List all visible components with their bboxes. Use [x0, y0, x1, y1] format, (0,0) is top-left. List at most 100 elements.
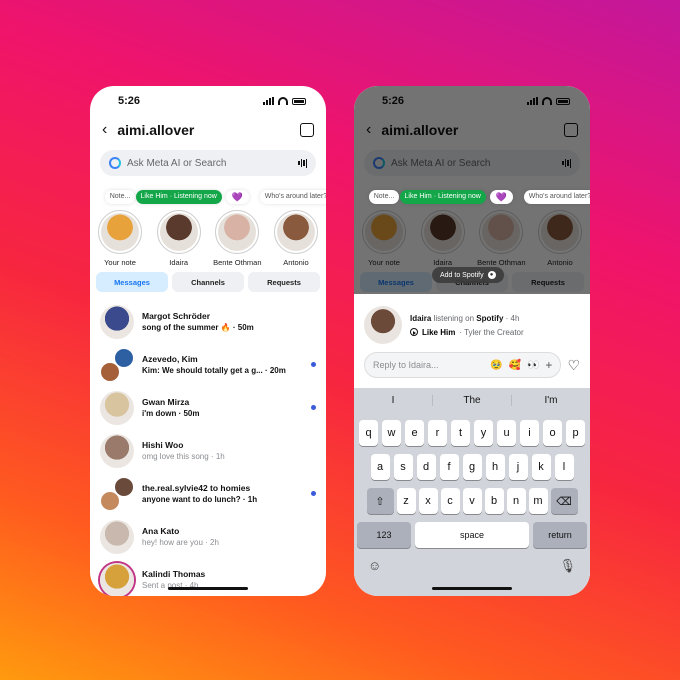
tab-requests[interactable]: Requests [512, 272, 584, 292]
avatar[interactable] [479, 210, 524, 254]
avatar[interactable] [100, 562, 134, 596]
key-y[interactable]: y [474, 420, 493, 446]
key-z[interactable]: z [396, 488, 416, 514]
avatar[interactable] [537, 210, 582, 254]
play-icon[interactable] [410, 328, 418, 336]
conversation-name: Margot Schröder [142, 311, 211, 321]
header: ‹ aimi.allover [90, 116, 326, 144]
listener-name: Idaira [410, 313, 432, 323]
avatar[interactable] [100, 390, 134, 425]
avatar[interactable] [100, 347, 134, 382]
emoji-reaction-2[interactable]: 🥰 [509, 360, 521, 371]
key-a[interactable]: a [370, 454, 390, 480]
tab-requests[interactable]: Requests [248, 272, 320, 292]
key-e[interactable]: e [405, 420, 424, 446]
note-item[interactable]: Who's around later? Antonio [259, 186, 326, 268]
key-p[interactable]: p [566, 420, 585, 446]
note-bubble: 💜 [489, 190, 513, 205]
note-item[interactable]: Like Him · Listening now Idaira [135, 186, 222, 268]
shift-key[interactable]: ⇧ [366, 488, 394, 514]
space-key[interactable]: space [415, 522, 529, 548]
avatar[interactable] [420, 210, 465, 254]
tab-channels[interactable]: Channels [172, 272, 244, 292]
numbers-key[interactable]: 123 [357, 522, 411, 548]
emoji-reaction-3[interactable]: 👀 [527, 360, 539, 371]
avatar[interactable] [362, 210, 406, 254]
suggestion[interactable]: I [354, 394, 433, 406]
avatar[interactable] [100, 433, 134, 468]
note-name: Your note [104, 258, 136, 267]
key-w[interactable]: w [382, 420, 401, 446]
dimmed-inbox: 5:26 ‹ aimi.allover Ask Meta AI or Searc… [354, 86, 590, 294]
emoji-reaction-1[interactable]: 🥹 [490, 360, 502, 371]
suggestion[interactable]: I'm [512, 395, 590, 406]
add-reaction-icon[interactable]: + [545, 358, 552, 372]
key-o[interactable]: o [543, 420, 562, 446]
key-k[interactable]: k [531, 454, 551, 480]
key-j[interactable]: j [508, 454, 528, 480]
unread-dot [311, 362, 316, 367]
conversation-text: the.real.sylvie42 to homies anyone want t… [142, 483, 303, 504]
tab-messages[interactable]: Messages [360, 272, 432, 292]
key-b[interactable]: b [484, 488, 504, 514]
key-l[interactable]: l [554, 454, 574, 480]
key-x[interactable]: x [418, 488, 438, 514]
search-placeholder: Ask Meta AI or Search [127, 157, 227, 169]
avatar[interactable] [156, 210, 201, 254]
conversation-row[interactable]: Azevedo, Kim Kim: We should totally get a… [90, 343, 326, 386]
key-q[interactable]: q [359, 420, 378, 446]
note-name: Antonio [547, 258, 573, 267]
key-f[interactable]: f [439, 454, 459, 480]
conversation-name: the.real.sylvie42 to homies [142, 483, 251, 493]
avatar[interactable] [100, 304, 134, 339]
avatar[interactable] [215, 210, 260, 254]
key-i[interactable]: i [520, 420, 539, 446]
search-input: Ask Meta AI or Search [364, 150, 580, 176]
key-h[interactable]: h [485, 454, 505, 480]
key-u[interactable]: u [497, 420, 516, 446]
key-d[interactable]: d [416, 454, 436, 480]
conversation-row[interactable]: Hishi Woo omg love this song · 1h [90, 429, 326, 472]
add-to-spotify-button[interactable]: Add to Spotify ● [432, 267, 504, 283]
conversation-row[interactable]: Gwan Mirza i'm down · 50m [90, 386, 326, 429]
key-n[interactable]: n [506, 488, 526, 514]
key-m[interactable]: m [528, 488, 548, 514]
service-name: Spotify [476, 313, 504, 323]
conversation-name: Gwan Mirza [142, 397, 190, 407]
note-item[interactable]: Like Him · Listening now Idaira [399, 186, 486, 268]
emoji-keyboard-icon[interactable]: ☺ [368, 558, 381, 574]
key-g[interactable]: g [462, 454, 482, 480]
conversation-list: Margot Schröder song of the summer 🔥 · 50… [90, 296, 326, 596]
avatar[interactable] [98, 210, 142, 254]
reply-input[interactable]: Reply to Idaira... 🥹 🥰 👀 + [364, 352, 562, 378]
conversation-preview: song of the summer 🔥 · 50m [142, 323, 254, 332]
search-input[interactable]: Ask Meta AI or Search [100, 150, 316, 176]
key-r[interactable]: r [428, 420, 447, 446]
avatar[interactable] [100, 519, 134, 554]
key-v[interactable]: v [462, 488, 482, 514]
suggestion[interactable]: The [433, 394, 512, 406]
tab-messages[interactable]: Messages [96, 272, 168, 292]
key-c[interactable]: c [440, 488, 460, 514]
status-bar: 5:26 [90, 86, 326, 116]
delete-key[interactable]: ⌫ [550, 488, 578, 514]
back-icon[interactable]: ‹ [102, 121, 107, 139]
key-s[interactable]: s [393, 454, 413, 480]
microphone-icon[interactable]: 🎙 [559, 558, 576, 574]
compose-icon[interactable] [300, 123, 314, 137]
conversation-row[interactable]: Kalindi Thomas Sent a post · 4h [90, 558, 326, 596]
heart-icon[interactable]: ♡ [567, 357, 580, 374]
return-key[interactable]: return [533, 522, 587, 548]
key-t[interactable]: t [451, 420, 470, 446]
note-name: Idaira [433, 258, 453, 267]
suggestion-bar: I The I'm [354, 388, 590, 412]
conversation-row[interactable]: Margot Schröder song of the summer 🔥 · 50… [90, 300, 326, 343]
note-item[interactable]: Who's around later? Antonio [523, 186, 590, 268]
avatar-face [365, 213, 403, 251]
conversation-row[interactable]: the.real.sylvie42 to homies anyone want t… [90, 472, 326, 515]
avatar[interactable] [100, 476, 134, 511]
avatar-face [218, 213, 257, 251]
voice-icon[interactable] [298, 158, 307, 168]
avatar[interactable] [273, 210, 318, 254]
conversation-row[interactable]: Ana Kato hey! how are you · 2h [90, 515, 326, 558]
